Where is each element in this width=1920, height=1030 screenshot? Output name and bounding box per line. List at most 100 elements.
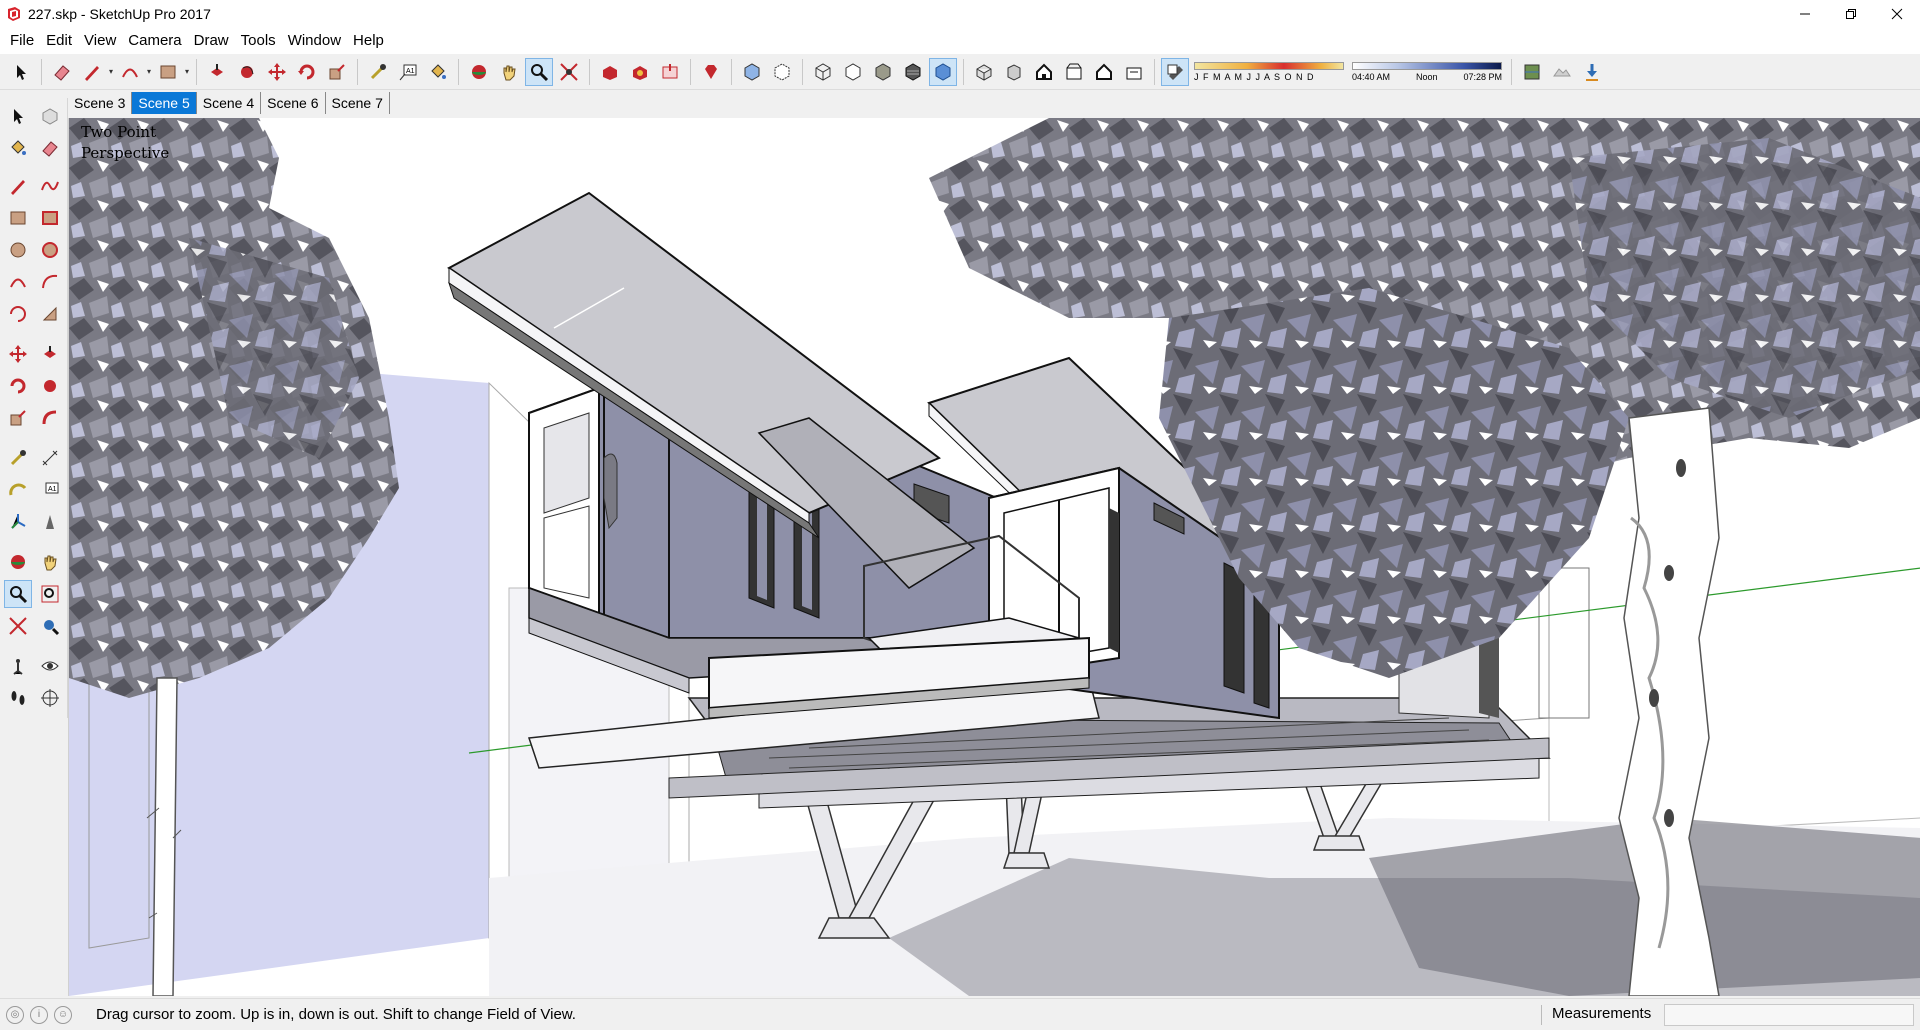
lt-eraser-button[interactable] <box>36 134 64 162</box>
menu-view[interactable]: View <box>78 28 122 54</box>
shadow-time-slider[interactable]: 04:40 AM Noon 07:28 PM <box>1352 58 1502 86</box>
line-tool-button[interactable] <box>78 58 106 86</box>
lt-paint-bucket-button[interactable] <box>4 134 32 162</box>
lt-position-camera-button[interactable] <box>4 652 32 680</box>
menu-edit[interactable]: Edit <box>40 28 78 54</box>
lt-zoom-extents-button[interactable] <box>4 612 32 640</box>
lt-walk-button[interactable] <box>4 684 32 712</box>
extension-manager-button[interactable] <box>697 58 725 86</box>
move-tool-button[interactable] <box>263 58 291 86</box>
lt-move-button[interactable] <box>4 340 32 368</box>
menu-draw[interactable]: Draw <box>188 28 235 54</box>
lt-arc-button[interactable] <box>4 268 32 296</box>
top-view-button[interactable] <box>1000 58 1028 86</box>
hidden-line-style-button[interactable] <box>839 58 867 86</box>
warehouse-button[interactable] <box>596 58 624 86</box>
lt-follow-me-button[interactable] <box>36 372 64 400</box>
monochrome-style-button[interactable] <box>929 57 957 86</box>
measurements-input[interactable] <box>1664 1004 1914 1026</box>
tab-scene-3[interactable]: Scene 3 <box>68 92 133 114</box>
lt-section-plane-button[interactable] <box>36 684 64 712</box>
shadow-date-slider[interactable]: J F M A M J J A S O N D <box>1194 58 1344 86</box>
menu-help[interactable]: Help <box>347 28 390 54</box>
minimize-button[interactable] <box>1782 0 1828 28</box>
tab-scene-7[interactable]: Scene 7 <box>326 92 390 114</box>
select-tool-button[interactable] <box>7 58 35 86</box>
rotate-tool-button[interactable] <box>293 58 321 86</box>
arc-tool-dropdown[interactable]: ▾ <box>145 58 153 86</box>
share-model-button[interactable] <box>656 58 684 86</box>
front-view-button[interactable] <box>1030 58 1058 86</box>
shadows-toggle-button[interactable] <box>1161 57 1189 86</box>
tab-scene-4[interactable]: Scene 4 <box>197 92 262 114</box>
xray-style-button[interactable] <box>738 58 766 86</box>
lt-zoom-button[interactable] <box>4 580 32 608</box>
push-pull-button[interactable] <box>203 58 231 86</box>
text-tool-button[interactable]: A1 <box>394 58 422 86</box>
lt-text-button[interactable]: A1 <box>36 476 64 504</box>
left-view-button[interactable] <box>1120 58 1148 86</box>
lt-tape-measure-button[interactable] <box>4 444 32 472</box>
paint-bucket-button[interactable] <box>424 58 452 86</box>
lt-offset-button[interactable] <box>36 404 64 432</box>
shape-tool-dropdown[interactable]: ▾ <box>183 58 191 86</box>
lt-look-around-button[interactable] <box>36 652 64 680</box>
modeling-viewport[interactable]: Two Point Perspective <box>68 118 1920 996</box>
close-button[interactable] <box>1874 0 1920 28</box>
extension-warehouse-button[interactable] <box>626 58 654 86</box>
follow-me-button[interactable] <box>233 58 261 86</box>
scale-tool-button[interactable] <box>323 58 351 86</box>
zoom-extents-button[interactable] <box>555 58 583 86</box>
pan-tool-button[interactable] <box>495 58 523 86</box>
lt-axes-button[interactable] <box>4 508 32 536</box>
iso-view-button[interactable] <box>970 58 998 86</box>
lt-pan-button[interactable] <box>36 548 64 576</box>
menu-camera[interactable]: Camera <box>122 28 187 54</box>
lt-rotate-button[interactable] <box>4 372 32 400</box>
toggle-terrain-button[interactable] <box>1548 58 1576 86</box>
add-location-button[interactable] <box>1518 58 1546 86</box>
tape-measure-button[interactable] <box>364 58 392 86</box>
back-view-button[interactable] <box>1090 58 1118 86</box>
maximize-button[interactable] <box>1828 0 1874 28</box>
shaded-style-button[interactable] <box>869 58 897 86</box>
lt-zoom-window-button[interactable] <box>36 580 64 608</box>
zoom-tool-button[interactable] <box>525 57 553 86</box>
shaded-textures-button[interactable] <box>899 58 927 86</box>
rectangle-tool-button[interactable] <box>154 58 182 86</box>
orbit-tool-button[interactable] <box>465 58 493 86</box>
lt-polygon-button[interactable] <box>36 236 64 264</box>
lt-circle-button[interactable] <box>4 236 32 264</box>
back-edges-button[interactable] <box>768 58 796 86</box>
arc-tool-button[interactable] <box>116 58 144 86</box>
lt-line-button[interactable] <box>4 172 32 200</box>
lt-push-pull-button[interactable] <box>36 340 64 368</box>
lt-rotated-rectangle-button[interactable] <box>36 204 64 232</box>
lt-dimension-button[interactable] <box>36 444 64 472</box>
tab-scene-6[interactable]: Scene 6 <box>261 92 326 114</box>
geo-location-icon[interactable]: ◎ <box>6 1005 24 1024</box>
lt-rectangle-button[interactable] <box>4 204 32 232</box>
lt-make-component-button[interactable] <box>36 102 64 130</box>
lt-3d-text-button[interactable] <box>36 508 64 536</box>
menu-file[interactable]: File <box>4 28 40 54</box>
lt-two-point-arc-button[interactable] <box>36 268 64 296</box>
photo-textures-button[interactable] <box>1578 58 1606 86</box>
lt-select-button[interactable] <box>4 102 32 130</box>
lt-freehand-button[interactable] <box>36 172 64 200</box>
eraser-tool-button[interactable] <box>48 58 76 86</box>
menu-window[interactable]: Window <box>282 28 347 54</box>
credits-info-icon[interactable]: i <box>30 1005 48 1024</box>
lt-protractor-button[interactable] <box>4 476 32 504</box>
right-view-button[interactable] <box>1060 58 1088 86</box>
user-account-icon[interactable]: ☺ <box>54 1005 72 1024</box>
lt-previous-view-button[interactable] <box>36 612 64 640</box>
lt-scale-button[interactable] <box>4 404 32 432</box>
lt-pie-button[interactable] <box>36 300 64 328</box>
lt-three-point-arc-button[interactable] <box>4 300 32 328</box>
menu-tools[interactable]: Tools <box>235 28 282 54</box>
line-tool-dropdown[interactable]: ▾ <box>107 58 115 86</box>
lt-orbit-button[interactable] <box>4 548 32 576</box>
tab-scene-5[interactable]: Scene 5 <box>132 92 197 114</box>
wireframe-style-button[interactable] <box>809 58 837 86</box>
